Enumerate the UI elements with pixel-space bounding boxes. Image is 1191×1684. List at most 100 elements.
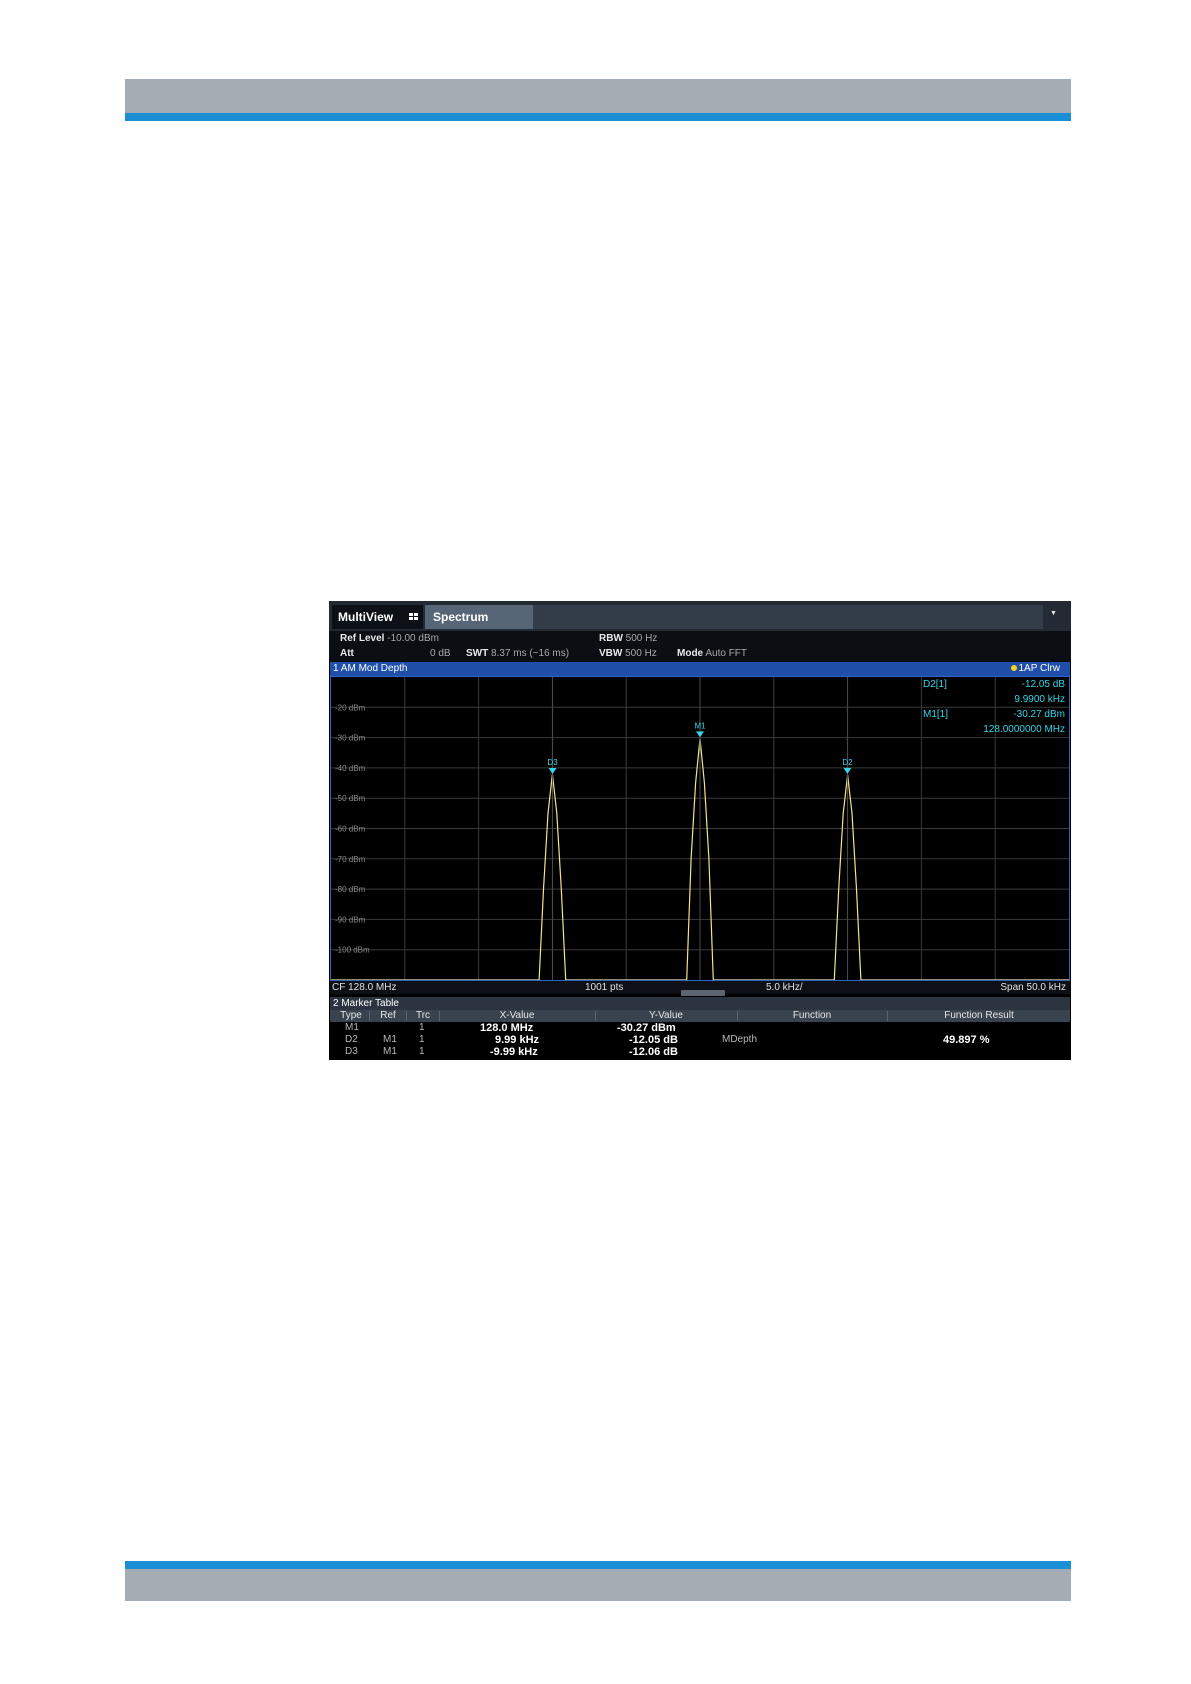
- window-title: 1 AM Mod Depth: [333, 663, 408, 674]
- swt-value: 8.37 ms (~16 ms): [491, 648, 570, 659]
- marker-label: D3: [547, 758, 558, 767]
- marker-info-row: 9.9900 kHz: [923, 694, 1065, 709]
- trace-badge[interactable]: 1AP Clrw: [1010, 662, 1061, 676]
- grid-icon: [409, 613, 419, 621]
- y-tick-label: -60 dBm: [335, 825, 366, 834]
- marker-info-label: D2[1]: [923, 679, 947, 690]
- header-function: Function: [792, 1010, 832, 1021]
- cell-trc: 1: [419, 1046, 425, 1057]
- marker-info-label: M1[1]: [923, 709, 949, 720]
- marker-table-body: M1 1 128.0 MHz -30.27 dBm D2 M1 1 9.99 k…: [330, 1022, 1070, 1060]
- cell-ref: M1: [383, 1034, 397, 1045]
- marker-label: D2: [842, 758, 853, 767]
- column-separator: [887, 1011, 888, 1021]
- marker-info-row: 128.0000000 MHz: [923, 724, 1065, 739]
- cell-x-value: 128.0 MHz: [480, 1022, 534, 1034]
- cell-trc: 1: [419, 1034, 425, 1045]
- column-separator: [439, 1011, 440, 1021]
- att-label: Att: [340, 648, 354, 659]
- cell-y-value: -30.27 dBm: [617, 1022, 676, 1034]
- header-type: Type: [340, 1010, 362, 1021]
- marker-label: M1: [694, 721, 706, 730]
- swt-label: SWT: [466, 648, 489, 659]
- tab-multiview-label: MultiView: [338, 610, 394, 624]
- cell-function: MDepth: [722, 1034, 758, 1045]
- cell-trc: 1: [419, 1022, 425, 1033]
- ref-level-value: -10.00 dBm: [387, 633, 439, 644]
- diagram-footer: CF 128.0 MHz 1001 pts 5.0 kHz/ Span 50.0…: [330, 981, 1070, 996]
- dropdown-arrow-icon[interactable]: ▼: [1050, 610, 1057, 617]
- rbw-setting[interactable]: RBW 500 Hz: [599, 633, 657, 644]
- cell-type: M1: [345, 1022, 359, 1033]
- center-frequency[interactable]: CF 128.0 MHz: [332, 981, 396, 994]
- y-tick-label: -80 dBm: [335, 885, 366, 894]
- column-separator: [406, 1011, 407, 1021]
- header-trc: Trc: [415, 1010, 431, 1021]
- marker-info-panel: D2[1] -12.05 dB 9.9900 kHz M1[1] -30.27 dB…: [923, 679, 1065, 739]
- cell-x-value: -9.99 kHz: [490, 1046, 538, 1058]
- ref-level-setting[interactable]: Ref Level -10.00 dBm: [340, 633, 439, 644]
- marker-triangle: [843, 767, 852, 774]
- span[interactable]: Span 50.0 kHz: [1000, 981, 1066, 994]
- y-tick-label: -90 dBm: [335, 915, 366, 924]
- spectrum-diagram[interactable]: -30 dBm -20 dBm -40 dBm -50 dBm -60 dBm -70 d…: [330, 676, 1070, 981]
- cell-type: D3: [345, 1046, 358, 1057]
- frequency-per-division: 5.0 kHz/: [766, 982, 803, 993]
- analyzer-screenshot: MultiView Spectrum ▼ Ref Level -10.00 dB…: [329, 601, 1071, 1060]
- att-setting-label[interactable]: Att: [340, 648, 354, 659]
- marker-info-value: 128.0000000 MHz: [983, 724, 1065, 735]
- column-separator: [737, 1011, 738, 1021]
- page-footer-bar: [125, 1569, 1071, 1601]
- marker-table-title-bar[interactable]: 2 Marker Table: [330, 997, 1070, 1010]
- page-header-stripe: [125, 113, 1071, 121]
- vbw-value: 500 Hz: [625, 648, 657, 659]
- vbw-setting[interactable]: VBW 500 Hz: [599, 648, 657, 659]
- cell-x-value: 9.99 kHz: [495, 1034, 540, 1046]
- marker-info-row: M1[1] -30.27 dBm: [923, 709, 1065, 724]
- tab-spectrum[interactable]: Spectrum: [425, 605, 533, 629]
- rbw-label: RBW: [599, 633, 623, 644]
- vbw-label: VBW: [599, 648, 623, 659]
- header-function-result: Function Result: [944, 1010, 1014, 1021]
- marker-table-title: 2 Marker Table: [333, 998, 399, 1009]
- sweep-points[interactable]: 1001 pts: [585, 981, 623, 994]
- y-tick-label: -20 dBm: [335, 703, 366, 712]
- tab-multiview[interactable]: MultiView: [332, 605, 423, 629]
- cell-type: D2: [345, 1034, 358, 1045]
- settings-panel: Ref Level -10.00 dBm Att 0 dB SWT 8.37 m…: [329, 631, 1071, 662]
- marker-triangle: [548, 767, 557, 774]
- trace-badge-label: 1AP Clrw: [1018, 663, 1061, 674]
- mode-value: Auto FFT: [705, 648, 748, 659]
- marker-info-value: 9.9900 kHz: [1014, 694, 1065, 705]
- tab-bar-empty-area: [533, 605, 1043, 629]
- column-separator: [369, 1011, 370, 1021]
- header-ref: Ref: [380, 1010, 396, 1021]
- page-footer-stripe: [125, 1561, 1071, 1569]
- ref-level-label: Ref Level: [340, 633, 385, 644]
- cell-y-value: -12.05 dB: [629, 1034, 678, 1046]
- rbw-value: 500 Hz: [625, 633, 658, 644]
- y-tick-label: -70 dBm: [335, 855, 366, 864]
- trace-dot-icon: [1010, 665, 1017, 671]
- y-tick-label: -40 dBm: [335, 764, 366, 773]
- marker-info-row: D2[1] -12.05 dB: [923, 679, 1065, 694]
- y-tick-label: -30 dBm: [335, 734, 366, 743]
- marker-table-header: Type Ref Trc X-Value Y-Value Function Fu…: [330, 1010, 1070, 1022]
- toolbar: MultiView Spectrum ▼: [329, 601, 1071, 631]
- marker-triangle: [696, 731, 704, 738]
- window-title-bar[interactable]: 1 AM Mod Depth 1AP Clrw: [330, 662, 1070, 676]
- att-setting-value[interactable]: 0 dB: [430, 648, 451, 659]
- cell-function-result: 49.897 %: [943, 1034, 990, 1046]
- y-tick-label: -100 dBm: [335, 946, 370, 955]
- tab-spectrum-label: Spectrum: [433, 610, 489, 624]
- header-x-value: X-Value: [499, 1010, 535, 1021]
- mode-setting[interactable]: Mode Auto FFT: [677, 648, 747, 659]
- column-separator: [595, 1011, 596, 1021]
- marker-info-value: -12.05 dB: [1021, 679, 1065, 690]
- window-splitter-handle[interactable]: [681, 990, 725, 996]
- swt-setting[interactable]: SWT 8.37 ms (~16 ms): [466, 648, 569, 659]
- mode-label: Mode: [677, 648, 704, 659]
- cell-ref: M1: [383, 1046, 397, 1057]
- cell-y-value: -12.06 dB: [629, 1046, 678, 1058]
- marker-info-value: -30.27 dBm: [1013, 709, 1065, 720]
